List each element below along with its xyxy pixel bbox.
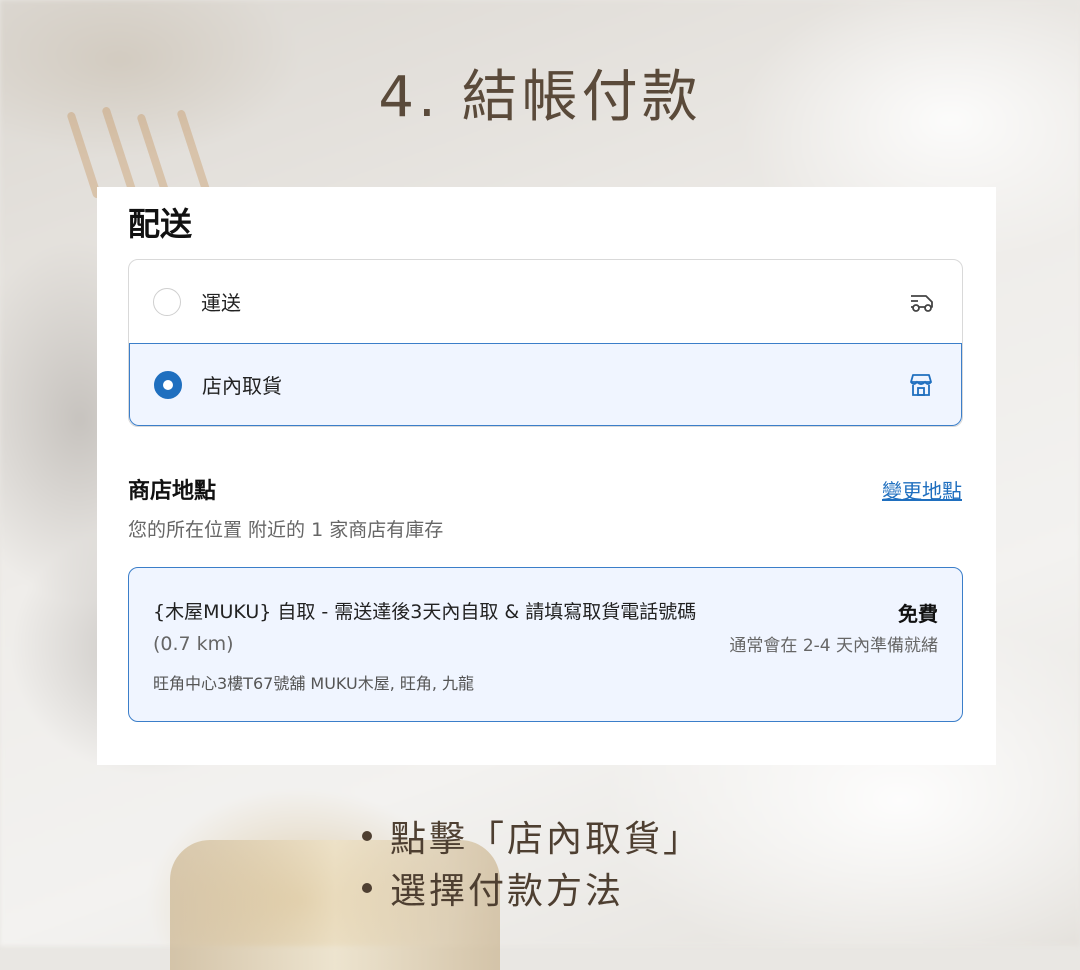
checkout-panel: 配送 運送 店內取貨 商店地點 變更地點 您的所在位置 附近的 1 家商店有庫存 bbox=[97, 187, 996, 765]
page-title: 4. 結帳付款 bbox=[378, 65, 702, 130]
instruction-item: 選擇付款方法 bbox=[362, 862, 702, 914]
radio-ship[interactable] bbox=[153, 287, 181, 316]
delivery-truck-icon bbox=[911, 294, 933, 312]
store-name: {木屋MUKU} 自取 - 需送達後3天內自取 & 請填寫取貨電話號碼 (0.7… bbox=[153, 596, 713, 660]
delivery-option-label: 店內取貨 bbox=[202, 374, 282, 398]
ready-time: 通常會在 2-4 天內準備就緒 bbox=[729, 636, 938, 656]
change-location-link[interactable]: 變更地點 bbox=[882, 475, 962, 504]
instruction-list: 點擊「店內取貨」 選擇付款方法 bbox=[362, 810, 702, 914]
store-availability-text: 您的所在位置 附近的 1 家商店有庫存 bbox=[128, 519, 444, 541]
store-card[interactable]: {木屋MUKU} 自取 - 需送達後3天內自取 & 請填寫取貨電話號碼 (0.7… bbox=[128, 567, 963, 722]
instruction-item: 點擊「店內取貨」 bbox=[362, 810, 702, 862]
store-address: 旺角中心3樓T67號舖 MUKU木屋, 旺角, 九龍 bbox=[153, 674, 475, 693]
store-name-text: {木屋MUKU} 自取 - 需送達後3天內自取 & 請填寫取貨電話號碼 bbox=[153, 601, 697, 623]
pickup-price: 免費 bbox=[898, 602, 938, 626]
delivery-option-pickup[interactable]: 店內取貨 bbox=[129, 343, 962, 426]
storefront-icon bbox=[910, 373, 932, 396]
store-distance: (0.7 km) bbox=[153, 633, 234, 655]
instruction-text: 點擊「店內取貨」 bbox=[390, 819, 703, 860]
instruction-text: 選擇付款方法 bbox=[390, 871, 625, 912]
radio-pickup[interactable] bbox=[154, 370, 182, 399]
delivery-option-ship[interactable]: 運送 bbox=[129, 260, 962, 343]
delivery-heading: 配送 bbox=[128, 205, 193, 243]
delivery-options: 運送 店內取貨 bbox=[128, 259, 963, 427]
bullet-dot bbox=[362, 883, 372, 893]
bullet-dot bbox=[362, 831, 372, 841]
delivery-option-label: 運送 bbox=[201, 291, 241, 315]
store-location-heading: 商店地點 bbox=[128, 479, 217, 504]
